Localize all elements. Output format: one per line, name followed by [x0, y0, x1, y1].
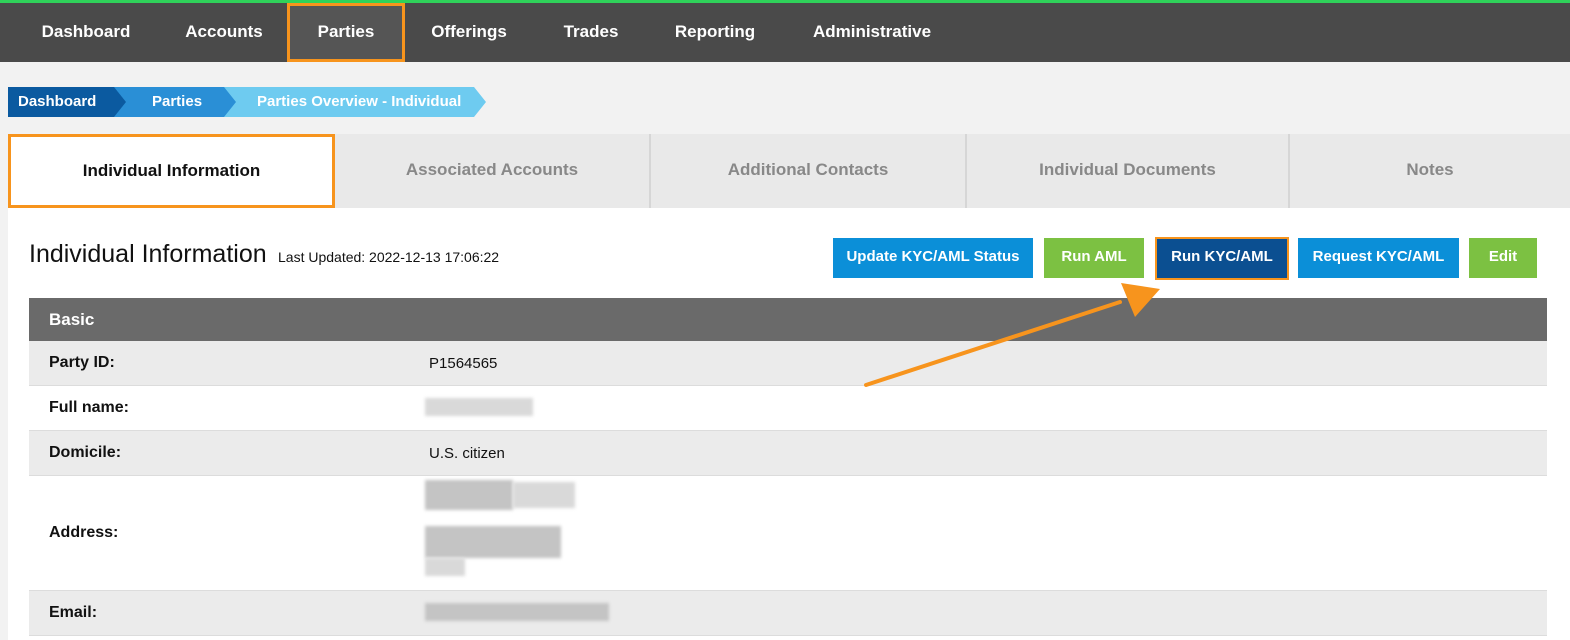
domicile-row: Domicile: U.S. citizen: [29, 431, 1547, 476]
breadcrumb-parties[interactable]: Parties: [112, 87, 236, 117]
nav-dashboard[interactable]: Dashboard: [22, 3, 150, 62]
email-label: Email:: [49, 604, 98, 621]
domicile-value: U.S. citizen: [429, 445, 505, 462]
domicile-label: Domicile:: [49, 444, 122, 461]
tab-individual-documents[interactable]: Individual Documents: [967, 134, 1290, 208]
page-title: Individual Information: [29, 240, 267, 268]
run-kyc-aml-button[interactable]: Run KYC/AML: [1155, 237, 1289, 280]
update-kyc-aml-status-button[interactable]: Update KYC/AML Status: [833, 238, 1033, 278]
address-label: Address:: [49, 524, 119, 541]
party-id-label: Party ID:: [49, 354, 115, 371]
tab-individual-information[interactable]: Individual Information: [8, 134, 335, 208]
address-line1-redacted-part: [513, 482, 575, 508]
nav-trades[interactable]: Trades: [546, 3, 636, 62]
last-updated-text: Last Updated: 2022-12-13 17:06:22: [278, 249, 500, 265]
address-line1-redacted: [425, 480, 513, 510]
party-id-row: Party ID: P1564565: [29, 341, 1547, 386]
tab-bar: Individual Information Associated Accoun…: [8, 134, 1570, 208]
address-line3-redacted: [425, 558, 465, 576]
tab-associated-accounts[interactable]: Associated Accounts: [335, 134, 651, 208]
tab-notes[interactable]: Notes: [1290, 134, 1570, 208]
tab-additional-contacts[interactable]: Additional Contacts: [651, 134, 967, 208]
breadcrumb-parties-overview: Parties Overview - Individual: [222, 87, 486, 117]
address-line2-redacted: [425, 526, 561, 558]
breadcrumb-label: Parties Overview - Individual: [257, 93, 462, 110]
email-redacted: [425, 603, 609, 621]
breadcrumb-label: Parties: [152, 93, 203, 110]
section-header-basic: Basic: [29, 298, 1547, 341]
full-name-row: Full name:: [29, 386, 1547, 431]
top-navigation-bar: Dashboard Accounts Parties Offerings Tra…: [0, 0, 1570, 62]
edit-button[interactable]: Edit: [1469, 238, 1537, 278]
nav-offerings[interactable]: Offerings: [414, 3, 524, 62]
full-name-label: Full name:: [49, 399, 130, 416]
nav-reporting[interactable]: Reporting: [656, 3, 774, 62]
run-aml-button[interactable]: Run AML: [1044, 238, 1144, 278]
nav-parties[interactable]: Parties: [287, 3, 405, 62]
nav-accounts[interactable]: Accounts: [168, 3, 280, 62]
request-kyc-aml-button[interactable]: Request KYC/AML: [1298, 238, 1459, 278]
nav-administrative[interactable]: Administrative: [796, 3, 948, 62]
address-row: Address:: [29, 476, 1547, 591]
breadcrumb-label: Dashboard: [18, 93, 97, 110]
full-name-redacted: [425, 398, 533, 416]
email-row: Email:: [29, 591, 1547, 636]
breadcrumb-dashboard[interactable]: Dashboard: [8, 87, 126, 117]
party-id-value: P1564565: [429, 355, 498, 372]
